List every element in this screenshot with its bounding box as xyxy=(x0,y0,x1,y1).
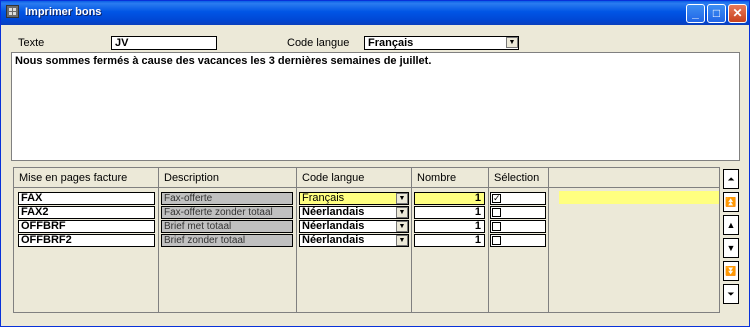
close-icon: ✕ xyxy=(732,6,743,20)
message-text: Nous sommes fermés à cause des vacances … xyxy=(15,55,432,67)
col-header-description: Description xyxy=(164,172,220,184)
table-row-key[interactable]: OFFBRF2 xyxy=(18,234,155,247)
maximize-button[interactable]: □ xyxy=(707,4,726,23)
print-coupons-window: Imprimer bons _ □ ✕ Texte JV Code langue… xyxy=(0,0,750,327)
table-row-description[interactable]: Brief zonder totaal xyxy=(161,234,293,247)
table-row-langue[interactable]: Néerlandais xyxy=(299,206,409,219)
code-langue-label: Code langue xyxy=(287,37,350,49)
langue-value: Néerlandais xyxy=(302,206,365,218)
message-textarea[interactable]: Nous sommes fermés à cause des vacances … xyxy=(11,52,740,161)
dropdown-arrow-icon[interactable]: ▼ xyxy=(396,207,408,218)
current-row-highlight xyxy=(559,191,719,204)
checkbox-icon[interactable] xyxy=(492,208,501,217)
col-header-selection: Sélection xyxy=(494,172,540,184)
code-langue-value: Français xyxy=(368,37,414,49)
langue-value: Néerlandais xyxy=(302,234,365,246)
previous-icon[interactable]: ▲ xyxy=(723,215,739,235)
checkbox-icon[interactable] xyxy=(492,222,501,231)
checkbox-icon[interactable] xyxy=(492,236,501,245)
dropdown-arrow-icon[interactable]: ▼ xyxy=(396,193,408,204)
dropdown-arrow-icon[interactable]: ▼ xyxy=(396,235,408,246)
table-row-nombre[interactable]: 1 xyxy=(414,220,485,233)
texte-input[interactable]: JV xyxy=(111,36,217,50)
texte-label: Texte xyxy=(18,37,45,49)
table-row-description[interactable]: Fax-offerte xyxy=(161,192,293,205)
table-row-description[interactable]: Brief met totaal xyxy=(161,220,293,233)
table-row-langue[interactable]: Français xyxy=(299,192,409,205)
table-row-langue[interactable]: Néerlandais xyxy=(299,234,409,247)
table-row-nombre[interactable]: 1 xyxy=(414,192,485,205)
minimize-icon: _ xyxy=(692,6,699,20)
col-header-mise-en-pages: Mise en pages facture xyxy=(19,172,128,184)
code-langue-select[interactable]: Français xyxy=(364,36,519,50)
coupon-table: Mise en pages facture Description Code l… xyxy=(13,167,720,313)
maximize-icon: □ xyxy=(712,6,721,20)
table-row-description[interactable]: Fax-offerte zonder totaal xyxy=(161,206,293,219)
page-up-icon[interactable]: ⏫ xyxy=(723,192,739,212)
next-icon[interactable]: ▼ xyxy=(723,238,739,258)
last-record-icon[interactable]: ⏷ xyxy=(723,284,739,304)
table-row-nombre[interactable]: 1 xyxy=(414,206,485,219)
table-row-key[interactable]: FAX xyxy=(18,192,155,205)
table-row-key[interactable]: FAX2 xyxy=(18,206,155,219)
first-record-icon[interactable]: ⏶ xyxy=(723,169,739,189)
table-row-nombre[interactable]: 1 xyxy=(414,234,485,247)
window-title: Imprimer bons xyxy=(25,6,102,18)
checkbox-icon[interactable]: ✓ xyxy=(492,194,501,203)
minimize-button[interactable]: _ xyxy=(686,4,705,23)
dropdown-arrow-icon[interactable]: ▼ xyxy=(396,221,408,232)
langue-value: Néerlandais xyxy=(302,220,365,232)
col-header-nombre: Nombre xyxy=(417,172,457,184)
dropdown-arrow-icon[interactable]: ▼ xyxy=(506,37,518,48)
close-button[interactable]: ✕ xyxy=(728,4,747,23)
col-header-code-langue: Code langue xyxy=(302,172,365,184)
page-down-icon[interactable]: ⏬ xyxy=(723,261,739,281)
title-bar[interactable]: Imprimer bons _ □ ✕ xyxy=(1,1,749,25)
table-row-langue[interactable]: Néerlandais xyxy=(299,220,409,233)
langue-value: Français xyxy=(302,192,345,204)
app-grid-icon[interactable] xyxy=(6,5,19,18)
table-row-key[interactable]: OFFBRF xyxy=(18,220,155,233)
